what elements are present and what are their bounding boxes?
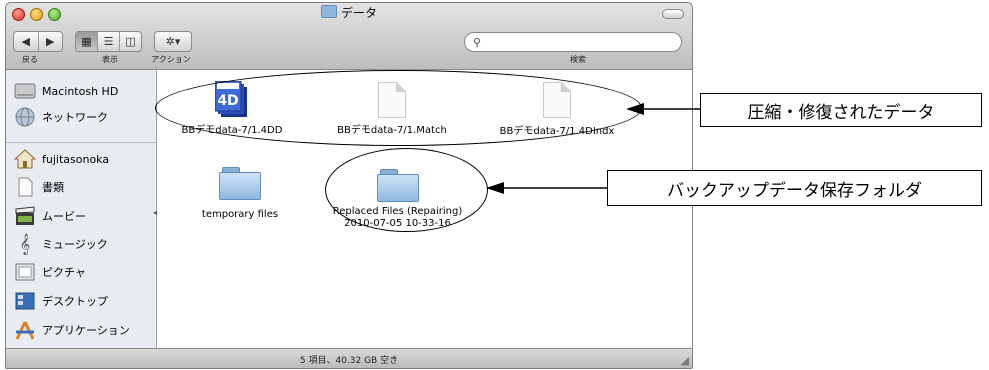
annotation-backup-folder: バックアップデータ保存フォルダ — [607, 170, 982, 206]
arrowhead-icon — [626, 103, 644, 115]
annotation-repaired-data: 圧縮・修復されたデータ — [700, 93, 982, 127]
arrowhead-icon — [486, 182, 504, 194]
